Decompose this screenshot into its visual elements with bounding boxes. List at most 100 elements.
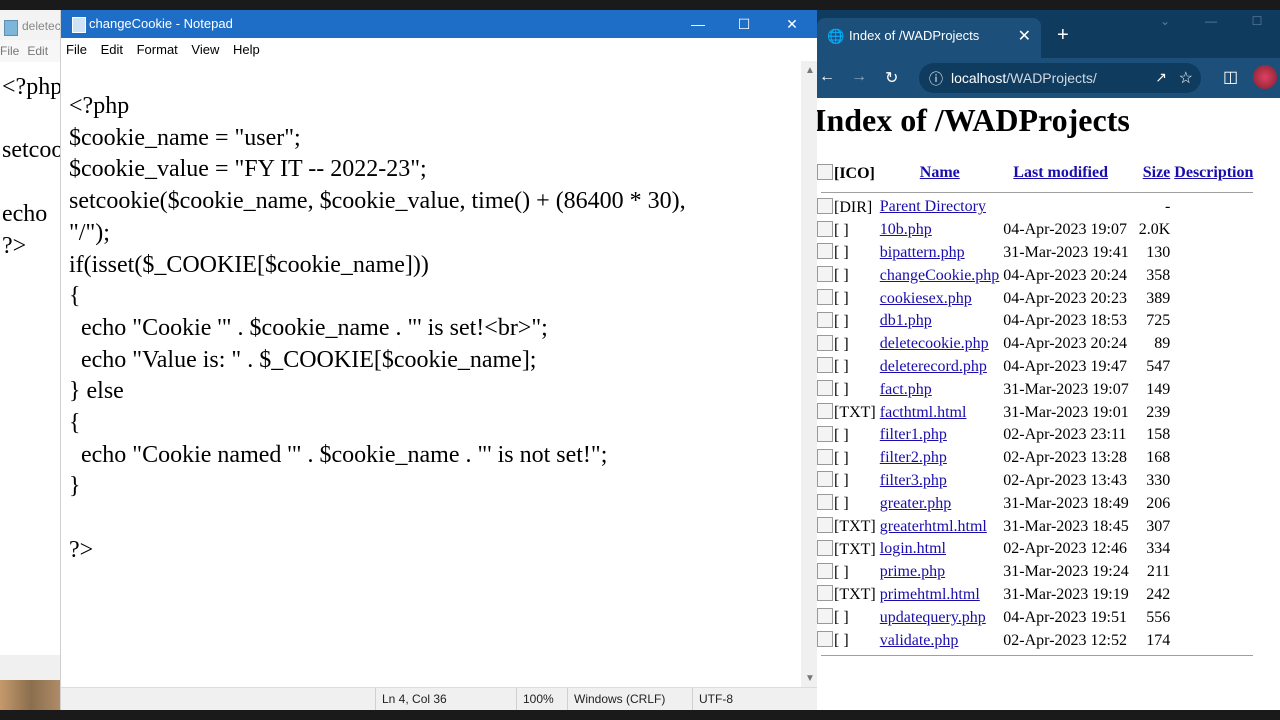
file-link[interactable]: cookiesex.php [880, 290, 972, 307]
row-size: 130 [1146, 243, 1171, 261]
file-link[interactable]: 10b.php [880, 221, 932, 238]
chevron-down-icon[interactable]: ⌄ [1142, 14, 1188, 28]
description-column-header[interactable]: Description [1170, 158, 1253, 188]
file-link[interactable]: db1.php [880, 312, 932, 329]
page-title: Index of /WADProjects [817, 102, 1130, 138]
table-row: [TXT] facthtml.html 31-Mar-2023 19:01 239 [817, 401, 1253, 424]
forward-icon[interactable]: → [851, 68, 867, 86]
notepad-menubar: File Edit Format View Help [61, 38, 818, 61]
parent-directory-link[interactable]: Parent Directory [880, 198, 986, 215]
row-name[interactable]: updatequery.php [876, 606, 1000, 629]
file-link[interactable]: validate.php [880, 632, 959, 649]
row-name[interactable]: deletecookie.php [876, 333, 1000, 356]
address-bar[interactable]: ⓘ localhost/WADProjects/ ↗ ☆ [919, 63, 1201, 93]
file-link[interactable]: filter2.php [880, 449, 947, 466]
file-link[interactable]: primehtml.html [880, 586, 980, 603]
file-link[interactable]: prime.php [880, 563, 945, 580]
tab-close-icon[interactable]: ✕ [1018, 26, 1031, 46]
sort-by-name-link[interactable]: Name [920, 164, 960, 181]
file-link[interactable]: deletecookie.php [880, 335, 989, 352]
browser-tab[interactable]: 🌐 Index of /WADProjects ✕ [817, 18, 1041, 58]
line-ending: Windows (CRLF) [567, 688, 665, 710]
file-link[interactable]: filter1.php [880, 426, 947, 443]
menu-edit[interactable]: Edit [101, 42, 123, 57]
row-name[interactable]: fact.php [876, 378, 1000, 401]
row-icon: [ ] [817, 470, 876, 493]
menu-edit[interactable]: Edit [27, 44, 48, 58]
url-text[interactable]: localhost/WADProjects/ [951, 70, 1097, 86]
row-name[interactable]: greaterhtml.html [876, 515, 1000, 538]
menu-file[interactable]: File [66, 42, 87, 57]
browser-window[interactable]: 🌐 Index of /WADProjects ✕ + ⌄ — ☐ ← → ↻ ⓘ … [817, 10, 1280, 710]
row-name[interactable]: filter1.php [876, 424, 1000, 447]
row-name[interactable]: filter3.php [876, 470, 1000, 493]
file-link[interactable]: greater.php [880, 495, 952, 512]
row-name[interactable]: prime.php [876, 561, 1000, 584]
menu-file[interactable]: File [0, 44, 19, 58]
reload-icon[interactable]: ↻ [885, 68, 898, 88]
broken-image-icon [817, 585, 833, 602]
row-modified: 02-Apr-2023 12:52 [1003, 631, 1127, 649]
broken-image-icon [817, 334, 833, 351]
back-icon[interactable]: ← [819, 68, 835, 86]
row-description [1170, 538, 1253, 561]
share-icon[interactable]: ↗ [1155, 69, 1167, 86]
notepad-titlebar[interactable]: changeCookie - Notepad — ☐ ✕ [61, 10, 818, 38]
row-modified: 02-Apr-2023 13:28 [1003, 449, 1127, 467]
file-link[interactable]: bipattern.php [880, 244, 965, 261]
broken-image-icon [817, 266, 833, 283]
close-icon[interactable]: ✕ [769, 12, 815, 36]
row-description [1170, 561, 1253, 584]
side-panel-icon[interactable]: ◫ [1223, 67, 1238, 87]
notepad-window[interactable]: changeCookie - Notepad — ☐ ✕ File Edit F… [60, 10, 819, 710]
file-link[interactable]: fact.php [880, 381, 932, 398]
menu-view[interactable]: View [191, 42, 219, 57]
row-name[interactable]: facthtml.html [876, 401, 1000, 424]
sort-by-modified-link[interactable]: Last modified [1013, 164, 1108, 181]
file-link[interactable]: filter3.php [880, 472, 947, 489]
row-name[interactable]: greater.php [876, 492, 1000, 515]
row-name[interactable]: changeCookie.php [876, 264, 1000, 287]
row-icon: [ ] [817, 264, 876, 287]
notepad-content[interactable]: <?php $cookie_name = "user"; $cookie_val… [61, 61, 799, 567]
menu-help[interactable]: Help [233, 42, 260, 57]
row-size: 307 [1146, 517, 1171, 535]
row-modified: 04-Apr-2023 19:51 [1003, 608, 1127, 626]
vertical-scrollbar[interactable]: ▲ ▼ [801, 61, 818, 688]
row-name[interactable]: deleterecord.php [876, 356, 1000, 379]
profile-avatar[interactable] [1253, 65, 1277, 89]
row-name[interactable]: validate.php [876, 629, 1000, 652]
file-link[interactable]: greaterhtml.html [880, 518, 987, 535]
file-link[interactable]: deleterecord.php [880, 358, 987, 375]
scroll-down-icon[interactable]: ▼ [805, 673, 815, 684]
notepad-text-area[interactable]: <?php $cookie_name = "user"; $cookie_val… [61, 61, 799, 687]
row-name[interactable]: 10b.php [876, 219, 1000, 242]
row-name[interactable]: Parent Directory [876, 196, 1129, 219]
menu-format[interactable]: Format [137, 42, 178, 57]
file-link[interactable]: updatequery.php [880, 609, 986, 626]
row-name[interactable]: db1.php [876, 310, 1000, 333]
row-name[interactable]: primehtml.html [876, 584, 1000, 607]
file-link[interactable]: changeCookie.php [880, 267, 1000, 284]
row-description [1170, 219, 1253, 242]
maximize-icon[interactable]: ☐ [1234, 14, 1280, 28]
file-link[interactable]: login.html [880, 540, 946, 557]
bookmark-star-icon[interactable]: ☆ [1179, 68, 1193, 88]
maximize-icon[interactable]: ☐ [721, 12, 767, 36]
name-column-header[interactable]: Name [876, 158, 1000, 188]
scroll-up-icon[interactable]: ▲ [805, 65, 815, 76]
site-info-icon[interactable]: ⓘ [929, 69, 943, 89]
size-column-header[interactable]: Size [1129, 158, 1171, 188]
row-name[interactable]: bipattern.php [876, 242, 1000, 265]
new-tab-icon[interactable]: + [1057, 24, 1069, 47]
minimize-icon[interactable]: — [1188, 14, 1234, 28]
sort-by-size-link[interactable]: Size [1143, 164, 1171, 181]
row-name[interactable]: cookiesex.php [876, 287, 1000, 310]
modified-column-header[interactable]: Last modified [999, 158, 1128, 188]
row-description [1170, 378, 1253, 401]
minimize-icon[interactable]: — [675, 12, 721, 36]
sort-by-description-link[interactable]: Description [1174, 164, 1253, 181]
file-link[interactable]: facthtml.html [880, 404, 967, 421]
row-name[interactable]: login.html [876, 538, 1000, 561]
row-name[interactable]: filter2.php [876, 447, 1000, 470]
